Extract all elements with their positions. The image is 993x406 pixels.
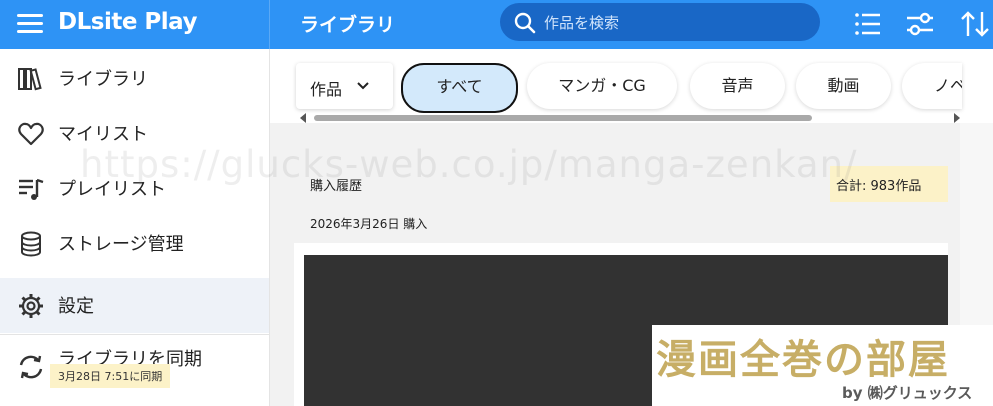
last-sync-time: 3月28日 7:51に同期 (50, 364, 171, 388)
scroll-left-arrow-icon[interactable] (300, 113, 306, 123)
brand-area: DLsite Play (0, 0, 270, 49)
sidebar-item-library[interactable]: ライブラリ (0, 51, 269, 106)
purchase-date: 2026年3月26日 購入 (310, 217, 428, 231)
sidebar-item-label: ライブラリ (58, 69, 148, 90)
sidebar-item-label: 設定 (58, 296, 94, 317)
page-title: ライブラリ (300, 14, 396, 36)
chip-voice[interactable]: 音声 (690, 63, 785, 109)
chip-all[interactable]: すべて (401, 63, 518, 113)
sidebar-item-storage[interactable]: ストレージ管理 (0, 216, 269, 271)
playlist-icon (19, 178, 44, 200)
sync-icon (19, 355, 43, 379)
brand-title: DLsite Play (58, 9, 197, 35)
logo-subtitle: by ㈱グリュックス (842, 384, 973, 402)
search-placeholder: 作品を検索 (544, 14, 620, 32)
filter-bar: 作品 すべて マンガ・CG 音声 動画 ノベル (270, 49, 993, 123)
chevron-down-icon (357, 82, 369, 90)
horizontal-scrollbar[interactable] (300, 113, 960, 123)
sidebar-item-settings[interactable]: 設定 (0, 278, 269, 333)
watermark-logo: 漫画全巻の部屋 by ㈱グリュックス (652, 325, 993, 406)
sidebar-divider (0, 334, 269, 335)
scroll-right-arrow-icon[interactable] (954, 113, 960, 123)
chip-manga-cg[interactable]: マンガ・CG (527, 63, 677, 109)
chip-video[interactable]: 動画 (796, 63, 891, 109)
search-input[interactable]: 作品を検索 (500, 3, 820, 41)
heart-icon (18, 122, 44, 146)
gear-icon (19, 294, 43, 318)
work-type-dropdown-label: 作品 (310, 80, 343, 99)
top-bar: DLsite Play ライブラリ 作品を検索 (0, 0, 993, 49)
sidebar: ライブラリ マイリスト プレイリスト ストレージ管理 設定 ライブラリを同期 (0, 49, 270, 406)
search-icon (514, 12, 536, 34)
sidebar-item-label: ストレージ管理 (58, 234, 184, 255)
scroll-thumb[interactable] (314, 115, 812, 121)
logo-title: 漫画全巻の部屋 (656, 336, 950, 383)
work-type-dropdown[interactable]: 作品 (296, 63, 393, 109)
list-icon[interactable] (853, 9, 883, 39)
watermark-url: https://glucks-web.co.jp/manga-zenkan/ (80, 143, 858, 186)
hamburger-menu-icon[interactable] (17, 11, 43, 37)
database-icon (21, 231, 41, 257)
filter-settings-icon[interactable] (905, 9, 935, 39)
card-header-strip (294, 243, 948, 255)
chip-novel[interactable]: ノベル (902, 63, 962, 109)
sort-icon[interactable] (960, 9, 990, 39)
books-icon (18, 68, 42, 91)
